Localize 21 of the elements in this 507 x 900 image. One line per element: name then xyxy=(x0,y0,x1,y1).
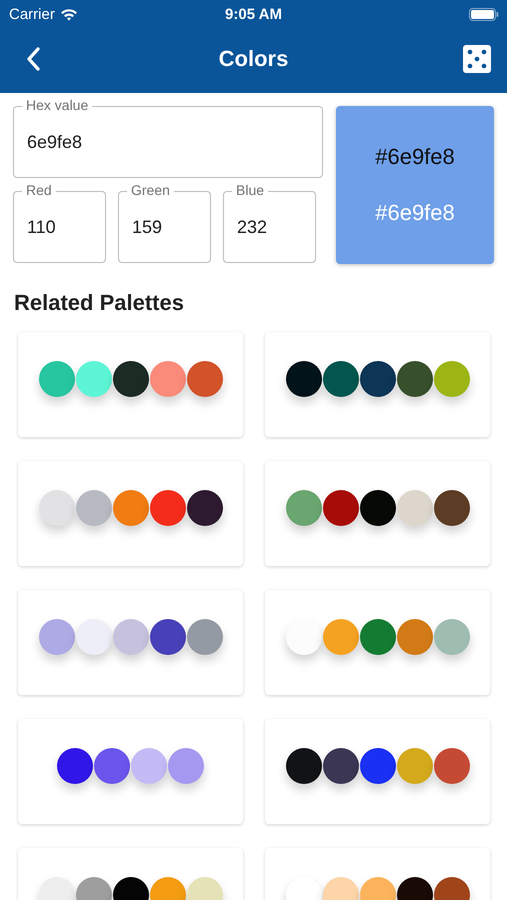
palette-card[interactable] xyxy=(18,590,243,695)
palette-card[interactable] xyxy=(18,332,243,437)
palette-card[interactable] xyxy=(265,332,490,437)
battery-icon xyxy=(469,8,499,20)
palette-card[interactable] xyxy=(265,719,490,824)
field-label: Blue xyxy=(232,182,268,198)
hex-label: #6e9fe8 xyxy=(375,200,455,226)
hex-label: #6e9fe8 xyxy=(375,144,455,170)
palette-card[interactable] xyxy=(18,461,243,566)
wifi-icon xyxy=(60,8,78,20)
field-label: Red xyxy=(22,182,56,198)
status-time: 9:05 AM xyxy=(224,6,283,22)
carrier-label: Carrier xyxy=(9,6,55,22)
field-label: Green xyxy=(127,182,174,198)
back-icon[interactable] xyxy=(26,47,40,71)
section-heading: Related Palettes xyxy=(13,289,185,317)
field-label: Hex value xyxy=(22,97,92,113)
screen-title: Colors xyxy=(218,46,290,72)
palette-card[interactable] xyxy=(265,461,490,566)
palette-card[interactable] xyxy=(18,719,243,824)
dice-icon[interactable] xyxy=(463,45,491,73)
